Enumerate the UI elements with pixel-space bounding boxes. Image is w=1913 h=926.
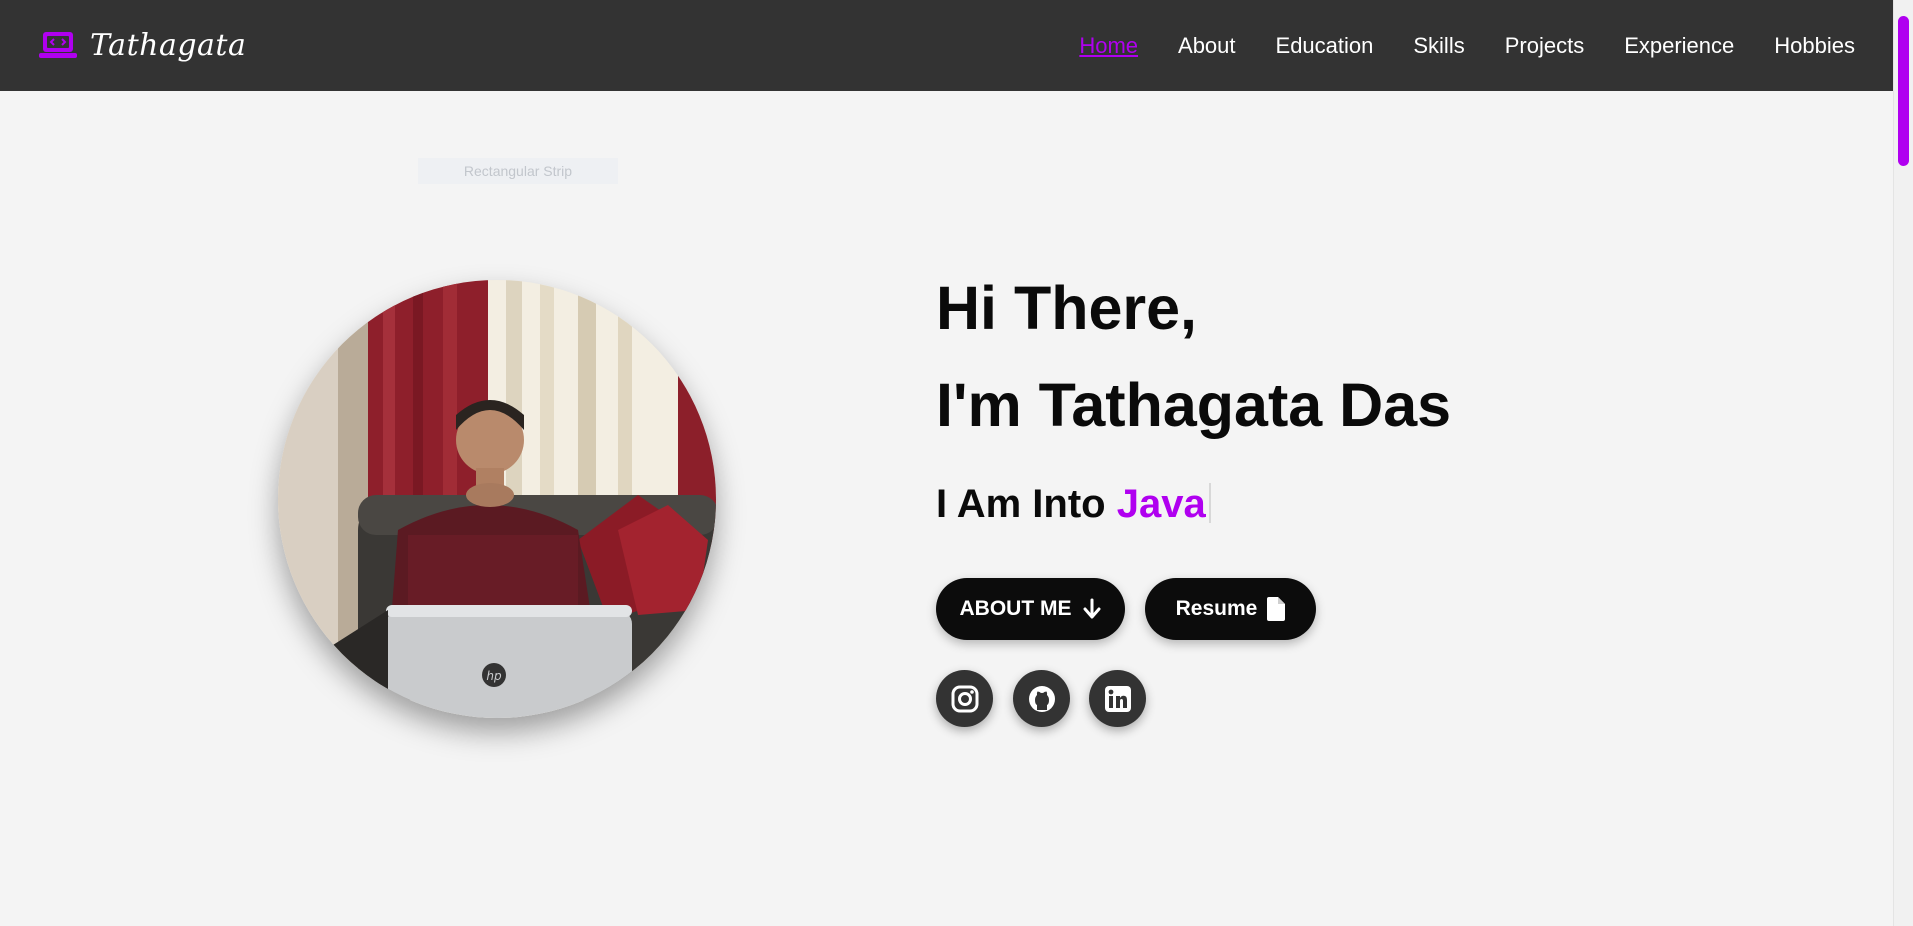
- laptop-code-icon: [39, 31, 77, 58]
- navbar: Tathagata Home About Education Skills Pr…: [0, 0, 1893, 91]
- about-me-button[interactable]: ABOUT ME: [936, 578, 1125, 640]
- linkedin-icon: [1104, 685, 1131, 712]
- nav-link-experience[interactable]: Experience: [1624, 33, 1734, 59]
- typed-role-line: I Am Into Java: [936, 482, 1211, 527]
- nav-link-hobbies[interactable]: Hobbies: [1774, 33, 1855, 59]
- nav-links: Home About Education Skills Projects Exp…: [1079, 33, 1855, 59]
- brand-name: Tathagata: [90, 28, 247, 63]
- file-icon: [1267, 597, 1286, 621]
- linkedin-button[interactable]: [1089, 670, 1146, 727]
- brand-logo[interactable]: Tathagata: [38, 28, 246, 63]
- instagram-icon: [951, 685, 978, 712]
- scrollbar-thumb[interactable]: [1898, 16, 1909, 166]
- page-scrollbar[interactable]: [1893, 0, 1913, 926]
- arrow-down-icon: [1083, 598, 1100, 619]
- resume-label: Resume: [1175, 597, 1258, 620]
- hero-name: I'm Tathagata Das: [936, 371, 1452, 439]
- github-icon: [1028, 685, 1055, 712]
- nav-link-education[interactable]: Education: [1276, 33, 1374, 59]
- nav-link-projects[interactable]: Projects: [1505, 33, 1584, 59]
- nav-link-skills[interactable]: Skills: [1413, 33, 1464, 59]
- typed-prefix: I Am Into: [936, 482, 1117, 526]
- typing-cursor: [1208, 483, 1211, 523]
- svg-text:hp: hp: [486, 669, 502, 683]
- typed-word: Java: [1116, 482, 1206, 526]
- nav-link-about[interactable]: About: [1178, 33, 1236, 59]
- resume-button[interactable]: Resume: [1145, 578, 1316, 640]
- profile-photo-illustration: hp: [278, 280, 716, 718]
- nav-link-home[interactable]: Home: [1079, 33, 1138, 59]
- instagram-button[interactable]: [936, 670, 993, 727]
- broken-image-placeholder: Rectangular Strip: [418, 158, 618, 184]
- profile-photo: hp: [278, 280, 716, 718]
- github-button[interactable]: [1013, 670, 1070, 727]
- about-me-label: ABOUT ME: [959, 597, 1072, 620]
- hero-greeting: Hi There,: [936, 274, 1198, 342]
